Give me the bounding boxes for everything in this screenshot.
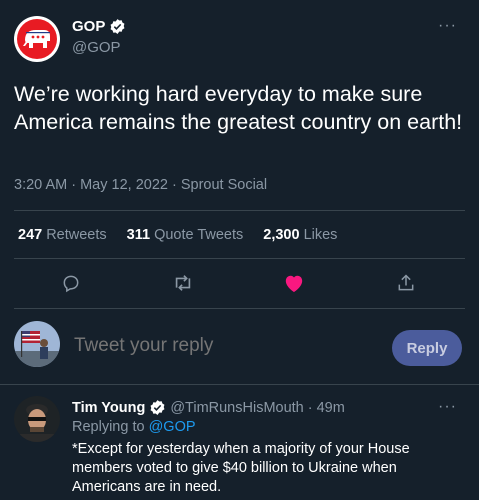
reply-button[interactable]: Reply bbox=[392, 330, 462, 366]
likes-stat[interactable]: 2,300 Likes bbox=[263, 227, 337, 243]
retweets-count: 247 bbox=[18, 227, 43, 243]
reply-author-name[interactable]: Tim Young bbox=[72, 400, 145, 416]
retweet-icon[interactable] bbox=[170, 270, 196, 296]
tweet-stats: 247 Retweets 311 Quote Tweets 2,300 Likes bbox=[18, 227, 337, 243]
replying-prefix: Replying to bbox=[72, 419, 145, 435]
reply-time[interactable]: · 49m bbox=[308, 400, 345, 416]
share-icon[interactable] bbox=[393, 270, 419, 296]
divider bbox=[14, 308, 465, 309]
tweet-text: We’re working hard everyday to make sure… bbox=[14, 82, 463, 134]
more-icon[interactable]: ··· bbox=[438, 17, 457, 35]
divider bbox=[14, 210, 465, 211]
quotes-stat[interactable]: 311 Quote Tweets bbox=[127, 227, 244, 243]
retweets-label: Retweets bbox=[46, 227, 107, 243]
reply-composer: Reply bbox=[0, 313, 479, 381]
like-icon[interactable] bbox=[281, 270, 307, 296]
reply-author-line: Tim Young @TimRunsHisMouth · 49m bbox=[72, 399, 345, 416]
tweet-timestamp[interactable]: 3:20 AM · May 12, 2022 · Sprout Social bbox=[14, 177, 267, 193]
more-icon[interactable]: ··· bbox=[438, 398, 457, 416]
divider bbox=[0, 384, 479, 385]
reply-icon[interactable] bbox=[58, 270, 84, 296]
verified-icon bbox=[109, 18, 126, 35]
verified-icon bbox=[149, 399, 166, 416]
reply-input[interactable] bbox=[74, 335, 324, 357]
reply-tweet[interactable]: Tim Young @TimRunsHisMouth · 49m ··· Rep… bbox=[0, 386, 479, 500]
author-name[interactable]: GOP bbox=[72, 18, 126, 35]
reply-text: *Except for yesterday when a majority of… bbox=[72, 441, 410, 495]
author-handle[interactable]: @GOP bbox=[72, 39, 121, 56]
author-name-text[interactable]: GOP bbox=[72, 18, 105, 35]
replying-to: Replying to @GOP bbox=[72, 419, 196, 435]
reply-author-handle[interactable]: @TimRunsHisMouth bbox=[170, 400, 303, 416]
divider bbox=[14, 258, 465, 259]
retweets-stat[interactable]: 247 Retweets bbox=[18, 227, 107, 243]
gop-avatar[interactable] bbox=[14, 16, 60, 62]
user-avatar[interactable] bbox=[14, 321, 60, 367]
tweet-detail: GOP @GOP ··· We’re working hard everyday… bbox=[0, 0, 479, 500]
likes-count: 2,300 bbox=[263, 227, 300, 243]
likes-label: Likes bbox=[303, 227, 338, 243]
action-bar bbox=[0, 270, 479, 298]
replying-mention-link[interactable]: @GOP bbox=[149, 419, 196, 435]
reply-author-avatar[interactable] bbox=[14, 396, 60, 442]
quotes-count: 311 bbox=[126, 227, 151, 243]
elephant-logo-icon bbox=[17, 19, 57, 59]
quotes-label: Quote Tweets bbox=[154, 227, 244, 243]
